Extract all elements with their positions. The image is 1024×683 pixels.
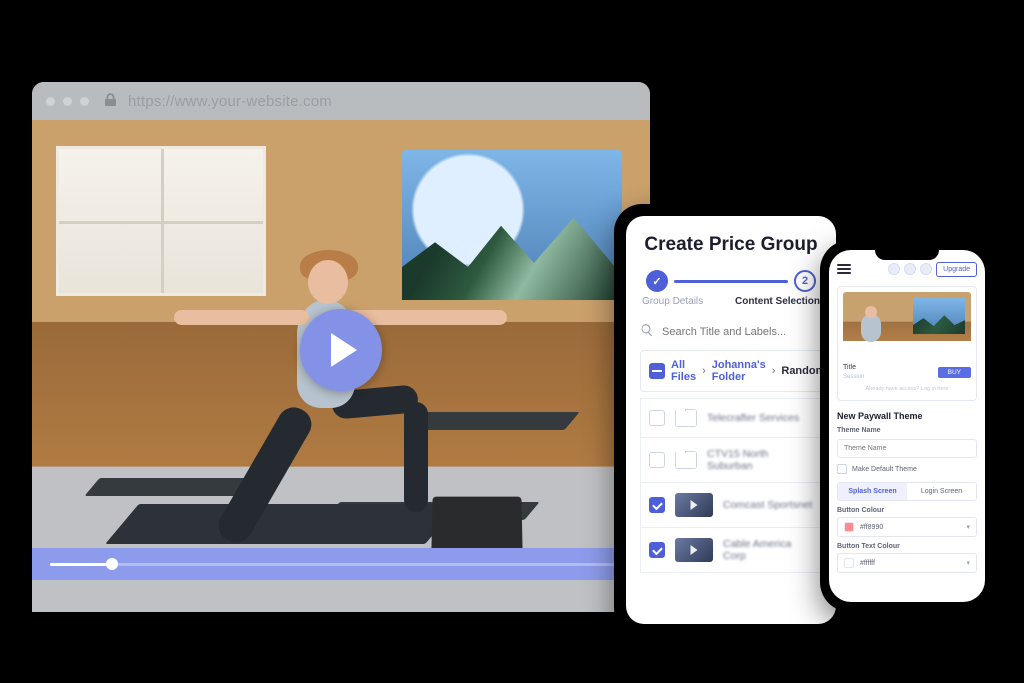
tablet-device: Create Price Group ✓ 2 Group Details Con…	[614, 204, 848, 636]
wizard-stepper: ✓ 2	[640, 270, 822, 292]
file-list: Telecrafter Services CTV15 North Suburba…	[640, 398, 822, 573]
video-progress-bar[interactable]	[32, 548, 650, 580]
theme-tabs: Splash Screen Login Screen	[837, 482, 977, 501]
checkbox-icon[interactable]	[837, 464, 847, 474]
item-label: CTV15 North Suburban	[707, 448, 813, 472]
breadcrumb-folder[interactable]: Johanna's Folder	[712, 359, 766, 383]
search-icon	[640, 323, 654, 340]
video-player	[32, 120, 650, 580]
colour-swatch-icon	[844, 522, 854, 532]
colour-swatch-icon	[844, 558, 854, 568]
lock-icon	[105, 93, 116, 109]
chevron-down-icon: ▾	[966, 559, 970, 567]
button-colour-picker[interactable]: #ff8990 ▾	[837, 517, 977, 537]
folder-icon	[675, 451, 697, 469]
item-label: Telecrafter Services	[707, 412, 799, 424]
tab-login-screen[interactable]: Login Screen	[907, 483, 976, 500]
preview-title: Title	[843, 364, 864, 371]
phone-device: Upgrade Title Session BUY Already have a…	[820, 240, 994, 612]
window-dot-icon	[63, 97, 72, 106]
checkbox-checked[interactable]	[649, 542, 665, 558]
step-connector	[674, 280, 788, 283]
button-text-colour-picker[interactable]: #ffffff ▾	[837, 553, 977, 573]
search-input[interactable]	[662, 326, 822, 338]
make-default-label: Make Default Theme	[852, 466, 917, 473]
theme-name-label: Theme Name	[837, 427, 977, 434]
phone-screen: Upgrade Title Session BUY Already have a…	[829, 250, 985, 602]
window-dot-icon	[46, 97, 55, 106]
theme-name-input[interactable]	[837, 439, 977, 458]
list-item[interactable]: Cable America Corp	[640, 528, 822, 573]
make-default-checkbox[interactable]: Make Default Theme	[837, 464, 977, 474]
search-row	[640, 321, 822, 350]
chevron-down-icon: ▾	[966, 523, 970, 531]
list-item[interactable]: CTV15 North Suburban	[640, 438, 822, 483]
header-icon[interactable]	[904, 263, 916, 275]
upgrade-button[interactable]: Upgrade	[936, 262, 977, 277]
breadcrumb-current: Random	[781, 365, 825, 377]
section-title: New Paywall Theme	[837, 411, 977, 421]
list-item[interactable]: Comcast Sportsnet	[640, 483, 822, 528]
breadcrumb-separator: ›	[702, 365, 706, 377]
breadcrumb-root[interactable]: All Files	[671, 359, 696, 383]
video-thumbnail-icon	[675, 538, 713, 562]
header-icon[interactable]	[920, 263, 932, 275]
address-bar-url[interactable]: https://www.your-website.com	[128, 93, 332, 110]
item-label: Cable America Corp	[723, 538, 813, 562]
window-dot-icon	[80, 97, 89, 106]
preview-thumbnail	[843, 292, 971, 358]
tablet-screen: Create Price Group ✓ 2 Group Details Con…	[626, 216, 836, 624]
phone-notch	[875, 246, 939, 260]
button-colour-label: Button Colour	[837, 507, 977, 514]
browser-chrome: https://www.your-website.com	[32, 82, 650, 120]
folder-icon	[675, 409, 697, 427]
play-button[interactable]	[300, 309, 382, 391]
button-text-colour-value: #ffffff	[860, 560, 875, 567]
item-label: Comcast Sportsnet	[723, 499, 812, 511]
paywall-preview-card: Title Session BUY Already have access? L…	[837, 286, 977, 401]
hamburger-icon[interactable]	[837, 264, 851, 274]
browser-window: https://www.your-website.com	[32, 82, 650, 612]
step-1-label: Group Details	[642, 296, 703, 307]
step-1-complete-icon[interactable]: ✓	[646, 270, 668, 292]
checkbox-checked[interactable]	[649, 497, 665, 513]
tab-splash-screen[interactable]: Splash Screen	[838, 483, 907, 500]
progress-fill	[50, 563, 110, 566]
button-colour-value: #ff8990	[860, 524, 883, 531]
breadcrumb-separator: ›	[772, 365, 776, 377]
checkbox[interactable]	[649, 410, 665, 426]
progress-thumb[interactable]	[106, 558, 118, 570]
step-2-active-icon[interactable]: 2	[794, 270, 816, 292]
video-thumbnail-icon	[675, 493, 713, 517]
preview-subtitle: Session	[843, 374, 864, 380]
step-2-label: Content Selection	[735, 296, 820, 307]
preview-footer-text: Already have access? Log in here	[843, 386, 971, 392]
checkbox-indeterminate-icon[interactable]	[649, 363, 665, 379]
phone-header: Upgrade	[837, 258, 977, 280]
checkbox[interactable]	[649, 452, 665, 468]
progress-track	[50, 563, 632, 566]
buy-button[interactable]: BUY	[938, 367, 971, 378]
step-labels: Group Details Content Selection	[640, 296, 822, 321]
list-item[interactable]: Telecrafter Services	[640, 398, 822, 438]
breadcrumb[interactable]: All Files › Johanna's Folder › Random	[640, 350, 822, 392]
button-text-colour-label: Button Text Colour	[837, 543, 977, 550]
page-title: Create Price Group	[640, 234, 822, 256]
header-icon[interactable]	[888, 263, 900, 275]
